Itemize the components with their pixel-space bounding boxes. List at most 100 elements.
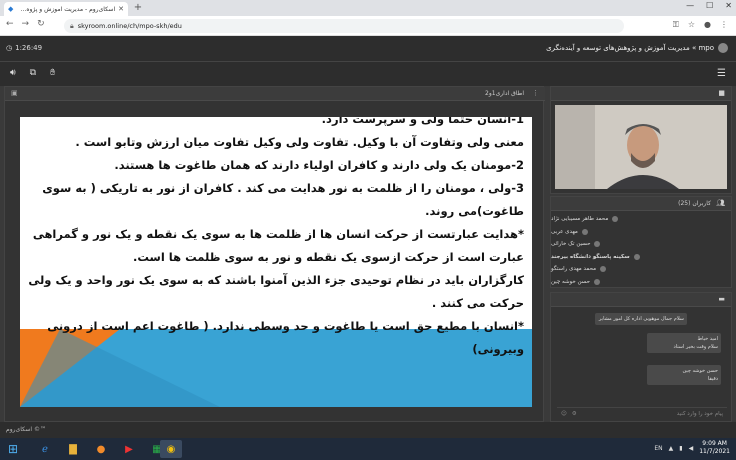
more-icon[interactable]: ⋮ [720,20,728,30]
user-item[interactable]: محمد طاهر مسیبایی نژاد [551,213,731,226]
address-bar[interactable]: 🔒︎ skyroom.online/ch/mpo-skh/edu [64,19,624,33]
maximize-icon[interactable]: ☐ [706,1,713,10]
avatar [581,228,588,235]
hamburger-menu-icon[interactable]: ☰ [717,68,726,79]
avatar [594,278,601,285]
chrome-icon[interactable]: ◉ [160,440,182,458]
chat-message: امید خیاط سلام وقت بخیر استاد [647,333,721,353]
camera-icon: ■ [718,89,725,97]
presentation-header: ▣ اطاق اداری1و2 ⋮ [5,87,545,101]
avatar [612,216,619,223]
volume-icon[interactable]: ◀ [689,445,694,452]
screen-share-icon[interactable]: ⧉ [30,68,36,78]
chat-message: سلام جمال موهوبی اداره کل امور مشایر [595,313,687,325]
slide-line: کارگزاران باید در نظام توحیدی جزء الذین … [28,273,524,310]
slide-line: *هدایت عبارتست از حرکت انسان ها از ظلمت … [32,227,524,264]
ie-icon[interactable]: ℯ [34,440,56,458]
slide-document: 1-انسان حتما ولی و سرپرست دارد. معنی ولی… [20,117,532,407]
slide-line: 2-مومنان یک ولی دارند و کافران اولیاء دا… [114,158,524,172]
tab-title: اسکای‌روم - مدیریت آموزش و پژوه... [20,5,116,13]
fullscreen-icon[interactable]: ▣ [11,89,18,97]
taskbar: ⊞ ℯ ▇ ● ▶ ▦ ◉ EN ▲ ▮ ◀ 9:09 AM 11/7/2021 [0,438,736,460]
presentation-title: اطاق اداری1و2 [485,90,524,97]
raise-hand-icon[interactable]: ✋︎ [50,68,55,78]
user-name: حسن خوشه چین [551,278,591,285]
chat-message: حسن خوشه چین دقیقا [647,365,721,385]
chat-header: ▬ [551,293,731,307]
avatar [600,266,607,273]
app-footer: اسکای‌روم ©™ [0,422,736,438]
user-item[interactable]: سکینه پاسنگو دانشگاه بیرجند [551,251,731,264]
video-panel: ■ [550,86,732,194]
webcam-feed [555,105,727,189]
chat-input-row: ☺ ⚙ پیام خود را وارد کنید [557,407,727,419]
forward-icon[interactable]: → [22,19,30,29]
avatar [633,253,640,260]
bookmark-star-icon[interactable]: ☆ [688,20,695,30]
users-panel: کاربران (25) 👥︎ محمد طاهر مسیبایی نژاد م… [550,196,732,288]
media-player-icon[interactable]: ▶ [118,440,140,458]
user-item[interactable]: محمد مهدی راستگو [551,263,731,276]
profile-icon[interactable]: ● [704,20,711,30]
speaker-icon[interactable]: 🔊︎ [10,68,16,78]
user-item[interactable]: حسین تک خارائی [551,238,731,251]
presenter-video-icon [555,105,727,189]
settings-icon[interactable]: ⚙ [572,411,577,417]
chat-panel: ▬ سلام جمال موهوبی اداره کل امور مشایر ا… [550,292,732,422]
timer-value: 1:26:49 [15,44,43,52]
clock[interactable]: 9:09 AM 11/7/2021 [699,440,730,456]
clock-icon: ◷ [6,44,13,52]
address-row: ← → ↻ 🔒︎ skyroom.online/ch/mpo-skh/edu ⚿… [0,16,736,36]
toolbar-tools: 🔊︎ ⧉ ✋︎ [10,68,55,78]
brand-text: اسکای‌روم ©™ [6,426,46,433]
users-title: کاربران (25) [678,200,711,207]
reload-icon[interactable]: ↻ [37,19,45,29]
user-item[interactable]: حسن خوشه چین [551,276,731,289]
new-tab-button[interactable]: + [132,2,144,14]
slide-text: 1-انسان حتما ولی و سرپرست دارد. معنی ولی… [24,117,524,361]
nav-buttons: ← → ↻ [6,19,45,29]
close-tab-icon[interactable]: ✕ [118,5,124,13]
user-name: محمد مهدی راستگو [551,266,597,273]
user-name: مهدی عربی [551,228,578,235]
avatar [594,241,601,248]
browser-tools: ⚿ ☆ ● ⋮ [673,20,728,30]
browser-tab-bar: ◆ اسکای‌روم - مدیریت آموزش و پژوه... ✕ +… [0,0,736,16]
presentation-panel: ▣ اطاق اداری1و2 ⋮ 1-انسان حتما ولی و سرپ… [4,86,545,422]
language-indicator[interactable]: EN [654,445,662,452]
emoji-icon[interactable]: ☺ [561,411,567,417]
options-icon[interactable]: ⋮ [532,89,539,97]
start-button-icon[interactable]: ⊞ [4,441,22,457]
clock-date: 11/7/2021 [699,448,730,455]
key-icon[interactable]: ⚿ [673,20,679,30]
slide-line: *انسان با مطیع حق است یا طاغوت و حد وسطی… [47,319,524,356]
tray-arrow-icon[interactable]: ▲ [669,445,674,452]
clock-time: 9:09 AM [702,440,727,447]
back-icon[interactable]: ← [6,19,14,29]
slide-line: معنی ولی وتفاوت آن با وکیل. تفاوت ولی وک… [75,135,524,149]
chat-input[interactable]: پیام خود را وارد کنید [582,411,727,417]
room-title: mpo » مدیریت آموزش و پژوهش‌های توسعه و آ… [546,44,714,52]
window-controls: — ☐ ✕ [686,1,732,10]
site-favicon-icon: ◆ [8,5,14,13]
room-header: ◷ 1:26:49 mpo » مدیریت آموزش و پژوهش‌های… [0,36,736,62]
chat-sender: امید خیاط [697,336,718,342]
video-header: ■ [551,87,731,101]
chat-text: سلام وقت بخیر استاد [673,344,718,350]
minimize-icon[interactable]: — [686,1,694,10]
room-logo-icon [718,43,728,53]
firefox-icon[interactable]: ● [90,440,112,458]
user-name: حسین تک خارائی [551,241,591,248]
browser-tab[interactable]: ◆ اسکای‌روم - مدیریت آموزش و پژوه... ✕ [4,2,128,16]
chat-icon: ▬ [718,295,725,303]
network-icon[interactable]: ▮ [679,445,682,452]
url-text: skyroom.online/ch/mpo-skh/edu [77,22,182,30]
room-toolbar: 🔊︎ ⧉ ✋︎ ☰ [0,62,736,86]
users-icon: 👥︎ [716,199,725,207]
slide-line: 1-انسان حتما ولی و سرپرست دارد. [321,117,524,126]
system-tray: EN ▲ ▮ ◀ 9:09 AM 11/7/2021 [654,440,730,456]
close-window-icon[interactable]: ✕ [725,1,732,10]
user-name: سکینه پاسنگو دانشگاه بیرجند [551,253,630,260]
user-item[interactable]: مهدی عربی [551,226,731,239]
explorer-icon[interactable]: ▇ [62,440,84,458]
